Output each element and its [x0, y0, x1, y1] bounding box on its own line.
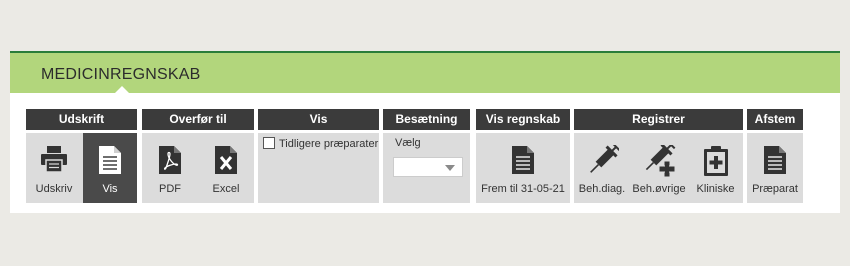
tidligere-praeparater-label: Tidligere præparater	[279, 138, 379, 150]
group-udskrift-title: Udskrift	[26, 109, 137, 130]
document-icon	[763, 145, 787, 180]
group-afstem-title: Afstem	[747, 109, 803, 130]
module-header: MEDICINREGNSKAB	[10, 51, 840, 95]
tidligere-praeparater-option[interactable]: Tidligere præparater	[263, 137, 378, 150]
chevron-down-icon	[445, 165, 455, 171]
group-vis-body: Tidligere præparater	[258, 133, 379, 203]
clipboard-medical-icon	[703, 145, 729, 182]
kliniske-button[interactable]: Kliniske	[688, 133, 743, 203]
udskriv-button[interactable]: Udskriv	[26, 133, 82, 203]
document-icon	[98, 145, 122, 180]
praeparat-label: Præparat	[752, 183, 798, 195]
group-overfoer: Overfør til PDF Excel	[142, 109, 254, 203]
group-vis-regnskab: Vis regnskab Frem til 31-05-21	[476, 109, 570, 203]
group-udskrift: Udskrift Udskriv Vis	[26, 109, 137, 203]
group-besaetning-body: Vælg	[383, 133, 470, 203]
beh-diag-button[interactable]: Beh.diag.	[574, 133, 630, 203]
kliniske-label: Kliniske	[696, 183, 735, 195]
group-registrer: Registrer Beh.diag. Beh.øvrige Kliniske	[574, 109, 743, 203]
excel-label: Excel	[212, 183, 240, 195]
beh-oevrige-button[interactable]: Beh.øvrige	[630, 133, 688, 203]
besaetning-select-label: Vælg	[395, 137, 421, 149]
beh-oevrige-label: Beh.øvrige	[632, 183, 686, 195]
group-afstem-body: Præparat	[747, 133, 803, 203]
praeparat-button[interactable]: Præparat	[747, 133, 803, 203]
vis-print-button[interactable]: Vis	[83, 133, 137, 203]
syringe-cross-icon	[642, 140, 676, 182]
group-vis-regnskab-title: Vis regnskab	[476, 109, 570, 130]
group-overfoer-body: PDF Excel	[142, 133, 254, 203]
frem-til-button[interactable]: Frem til 31-05-21	[476, 133, 570, 203]
tidligere-praeparater-checkbox[interactable]	[263, 137, 275, 149]
excel-button[interactable]: Excel	[198, 133, 254, 203]
group-udskrift-body: Udskriv Vis	[26, 133, 137, 203]
group-afstem: Afstem Præparat	[747, 109, 803, 203]
pdf-button[interactable]: PDF	[142, 133, 198, 203]
frem-til-label: Frem til 31-05-21	[481, 183, 565, 195]
document-icon	[511, 145, 535, 180]
group-vis: Vis Tidligere præparater	[258, 109, 379, 203]
group-registrer-body: Beh.diag. Beh.øvrige Kliniske	[574, 133, 743, 203]
group-vis-title: Vis	[258, 109, 379, 130]
excel-icon	[214, 145, 238, 180]
pdf-icon	[158, 145, 182, 180]
vis-print-label: Vis	[102, 183, 118, 195]
header-notch	[113, 86, 131, 95]
beh-diag-label: Beh.diag.	[578, 183, 626, 195]
group-vis-regnskab-body: Frem til 31-05-21	[476, 133, 570, 203]
module-title: MEDICINREGNSKAB	[41, 66, 201, 83]
syringe-icon	[585, 142, 621, 182]
group-registrer-title: Registrer	[574, 109, 743, 130]
besaetning-select[interactable]	[393, 157, 463, 177]
medicinregnskab-panel: MEDICINREGNSKAB Udskrift Udskriv Vis Ove…	[10, 51, 840, 213]
pdf-label: PDF	[159, 183, 181, 195]
group-besaetning: Besætning Vælg	[383, 109, 470, 203]
group-besaetning-title: Besætning	[383, 109, 470, 130]
group-overfoer-title: Overfør til	[142, 109, 254, 130]
printer-icon	[39, 145, 69, 178]
udskriv-label: Udskriv	[35, 183, 73, 195]
